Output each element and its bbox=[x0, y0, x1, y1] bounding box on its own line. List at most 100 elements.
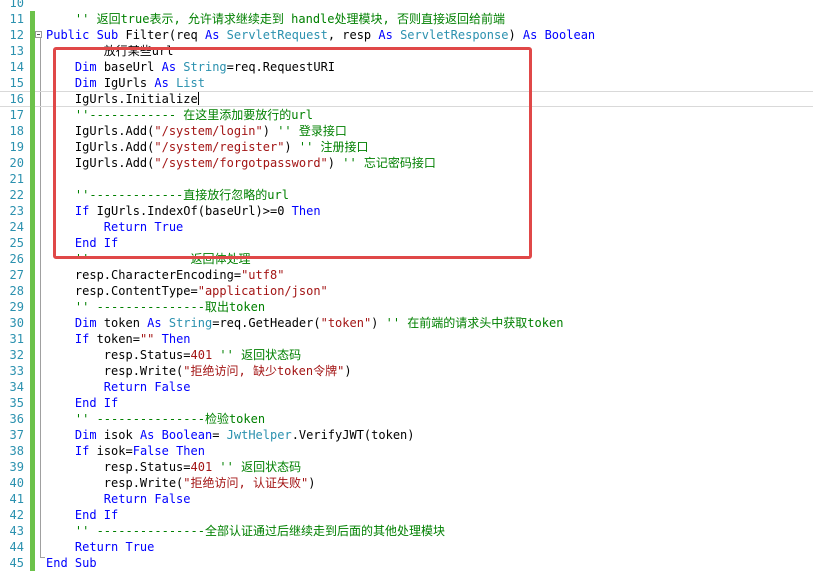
code-text: Return True bbox=[46, 539, 154, 555]
line-number: 34 bbox=[9, 380, 24, 394]
code-line[interactable]: 18 IgUrls.Add("/system/login") '' 登录接口 bbox=[0, 123, 813, 139]
code-token: ) bbox=[371, 316, 386, 330]
code-text: ''-------------直接放行忽略的url bbox=[46, 187, 289, 203]
code-line[interactable]: 34 Return False bbox=[0, 379, 813, 395]
code-text: '' ---------------取出token bbox=[46, 299, 265, 315]
code-line[interactable]: 15 Dim IgUrls As List bbox=[0, 75, 813, 91]
code-token: Filter bbox=[125, 28, 169, 42]
code-text: IgUrls.Initialize bbox=[46, 91, 199, 107]
change-marker bbox=[30, 283, 35, 299]
code-line[interactable]: 11 '' 返回true表示, 允许请求继续走到 handle处理模块, 否则直… bbox=[0, 11, 813, 27]
code-line[interactable]: 12 Public Sub Filter(req As ServletReques… bbox=[0, 27, 813, 43]
code-token: IgUrls.Add( bbox=[46, 124, 155, 138]
line-number: 25 bbox=[9, 236, 24, 250]
code-line[interactable]: 43 '' ---------------全部认证通过后继续走到后面的其他处理模… bbox=[0, 523, 813, 539]
code-line[interactable]: 30 Dim token As String=req.GetHeader("to… bbox=[0, 315, 813, 331]
line-number: 28 bbox=[9, 284, 24, 298]
code-line[interactable]: 42 End If bbox=[0, 507, 813, 523]
code-token: End If bbox=[74, 508, 119, 522]
code-text: If IgUrls.IndexOf(baseUrl)>=0 Then bbox=[46, 203, 321, 219]
line-number: 10 bbox=[9, 0, 24, 10]
code-line[interactable]: 40 resp.Write("拒绝访问, 认证失败") bbox=[0, 475, 813, 491]
code-token: ''------------ 在这里添加要放行的url bbox=[46, 108, 313, 122]
code-line[interactable]: 20 IgUrls.Add("/system/forgotpassword") … bbox=[0, 155, 813, 171]
change-marker bbox=[30, 331, 35, 347]
change-marker bbox=[30, 203, 35, 219]
code-lines[interactable]: 10 11 '' 返回true表示, 允许请求继续走到 handle处理模块, 否… bbox=[0, 0, 813, 571]
code-token: '' ---------------全部认证通过后继续走到后面的其他处理模块 bbox=[46, 524, 445, 538]
code-line[interactable]: 38 If isok=False Then bbox=[0, 443, 813, 459]
code-text: Return True bbox=[46, 219, 183, 235]
code-line[interactable]: 10 bbox=[0, 0, 813, 11]
code-line[interactable]: 29 '' ---------------取出token bbox=[0, 299, 813, 315]
change-marker bbox=[30, 219, 35, 235]
code-text: IgUrls.Add("/system/register") '' 注册接口 bbox=[46, 139, 369, 155]
code-line[interactable]: 22 ''-------------直接放行忽略的url bbox=[0, 187, 813, 203]
code-line[interactable]: 16 IgUrls.Initialize bbox=[0, 91, 813, 107]
code-line[interactable]: 31 If token="" Then bbox=[0, 331, 813, 347]
code-line[interactable]: 19 IgUrls.Add("/system/register") '' 注册接… bbox=[0, 139, 813, 155]
code-line[interactable]: 36 '' ---------------检验token bbox=[0, 411, 813, 427]
change-marker bbox=[30, 507, 35, 523]
code-token: JwtHelper bbox=[226, 428, 292, 442]
code-line[interactable]: 44 Return True bbox=[0, 539, 813, 555]
code-text: Dim isok As Boolean= JwtHelper.VerifyJWT… bbox=[46, 427, 415, 443]
code-text: IgUrls.Add("/system/login") '' 登录接口 bbox=[46, 123, 347, 139]
code-token: isok bbox=[103, 428, 140, 442]
code-token: ) bbox=[308, 476, 316, 490]
code-text: If isok=False Then bbox=[46, 443, 205, 459]
code-token: , resp bbox=[327, 28, 379, 42]
code-line[interactable]: 45 End Sub bbox=[0, 555, 813, 571]
change-marker bbox=[30, 267, 35, 283]
change-marker bbox=[30, 459, 35, 475]
code-text: 放行某些url bbox=[46, 43, 174, 59]
code-token: .VerifyJWT(token) bbox=[291, 428, 415, 442]
code-line[interactable]: 26 '' 返回体处理 bbox=[0, 251, 813, 267]
collapse-icon[interactable] bbox=[35, 31, 42, 38]
code-text: IgUrls.Add("/system/forgotpassword") '' … bbox=[46, 155, 436, 171]
code-line[interactable]: 13 放行某些url bbox=[0, 43, 813, 59]
code-line[interactable]: 39 resp.Status=401 '' 返回状态码 bbox=[0, 459, 813, 475]
code-line[interactable]: 17 ''------------ 在这里添加要放行的url bbox=[0, 107, 813, 123]
line-number: 45 bbox=[9, 556, 24, 570]
code-token: 401 bbox=[190, 460, 213, 474]
code-token: (req bbox=[168, 28, 205, 42]
code-text: Public Sub Filter(req As ServletRequest,… bbox=[46, 27, 595, 43]
line-number: 14 bbox=[9, 60, 24, 74]
code-text: If token="" Then bbox=[46, 331, 191, 347]
code-token: "application/json" bbox=[197, 284, 328, 298]
code-line[interactable]: 28 resp.ContentType="application/json" bbox=[0, 283, 813, 299]
code-text: End If bbox=[46, 507, 118, 523]
code-line[interactable]: 25 End If bbox=[0, 235, 813, 251]
code-line[interactable]: 37 Dim isok As Boolean= JwtHelper.Verify… bbox=[0, 427, 813, 443]
code-editor[interactable]: 10 11 '' 返回true表示, 允许请求继续走到 handle处理模块, 否… bbox=[0, 0, 813, 571]
code-line[interactable]: 41 Return False bbox=[0, 491, 813, 507]
code-line[interactable]: 32 resp.Status=401 '' 返回状态码 bbox=[0, 347, 813, 363]
code-line[interactable]: 23 If IgUrls.IndexOf(baseUrl)>=0 Then bbox=[0, 203, 813, 219]
change-marker bbox=[30, 91, 35, 107]
code-token: IgUrls.Add( bbox=[46, 140, 155, 154]
code-token: ServletRequest bbox=[226, 28, 328, 42]
code-token: ServletResponse bbox=[400, 28, 509, 42]
code-line[interactable]: 35 End If bbox=[0, 395, 813, 411]
code-token: IgUrls.Initialize bbox=[46, 92, 198, 106]
code-line[interactable]: 27 resp.CharacterEncoding="utf8" bbox=[0, 267, 813, 283]
code-line[interactable]: 33 resp.Write("拒绝访问, 缺少token令牌") bbox=[0, 363, 813, 379]
code-token: '' 登录接口 bbox=[277, 124, 347, 138]
code-token: "utf8" bbox=[241, 268, 285, 282]
code-token: As bbox=[139, 428, 162, 442]
line-number: 12 bbox=[9, 28, 24, 42]
code-token: "token" bbox=[320, 316, 372, 330]
code-token: '' 返回状态码 bbox=[219, 348, 302, 362]
code-token: ) bbox=[284, 140, 299, 154]
code-line[interactable]: 14 Dim baseUrl As String=req.RequestURI bbox=[0, 59, 813, 75]
code-line[interactable]: 21 bbox=[0, 171, 813, 187]
code-line[interactable]: 24 Return True bbox=[0, 219, 813, 235]
change-marker bbox=[30, 0, 35, 11]
line-number: 33 bbox=[9, 364, 24, 378]
line-number: 41 bbox=[9, 492, 24, 506]
line-number: 21 bbox=[9, 172, 24, 186]
code-token: '' 返回状态码 bbox=[219, 460, 302, 474]
change-marker bbox=[30, 75, 35, 91]
